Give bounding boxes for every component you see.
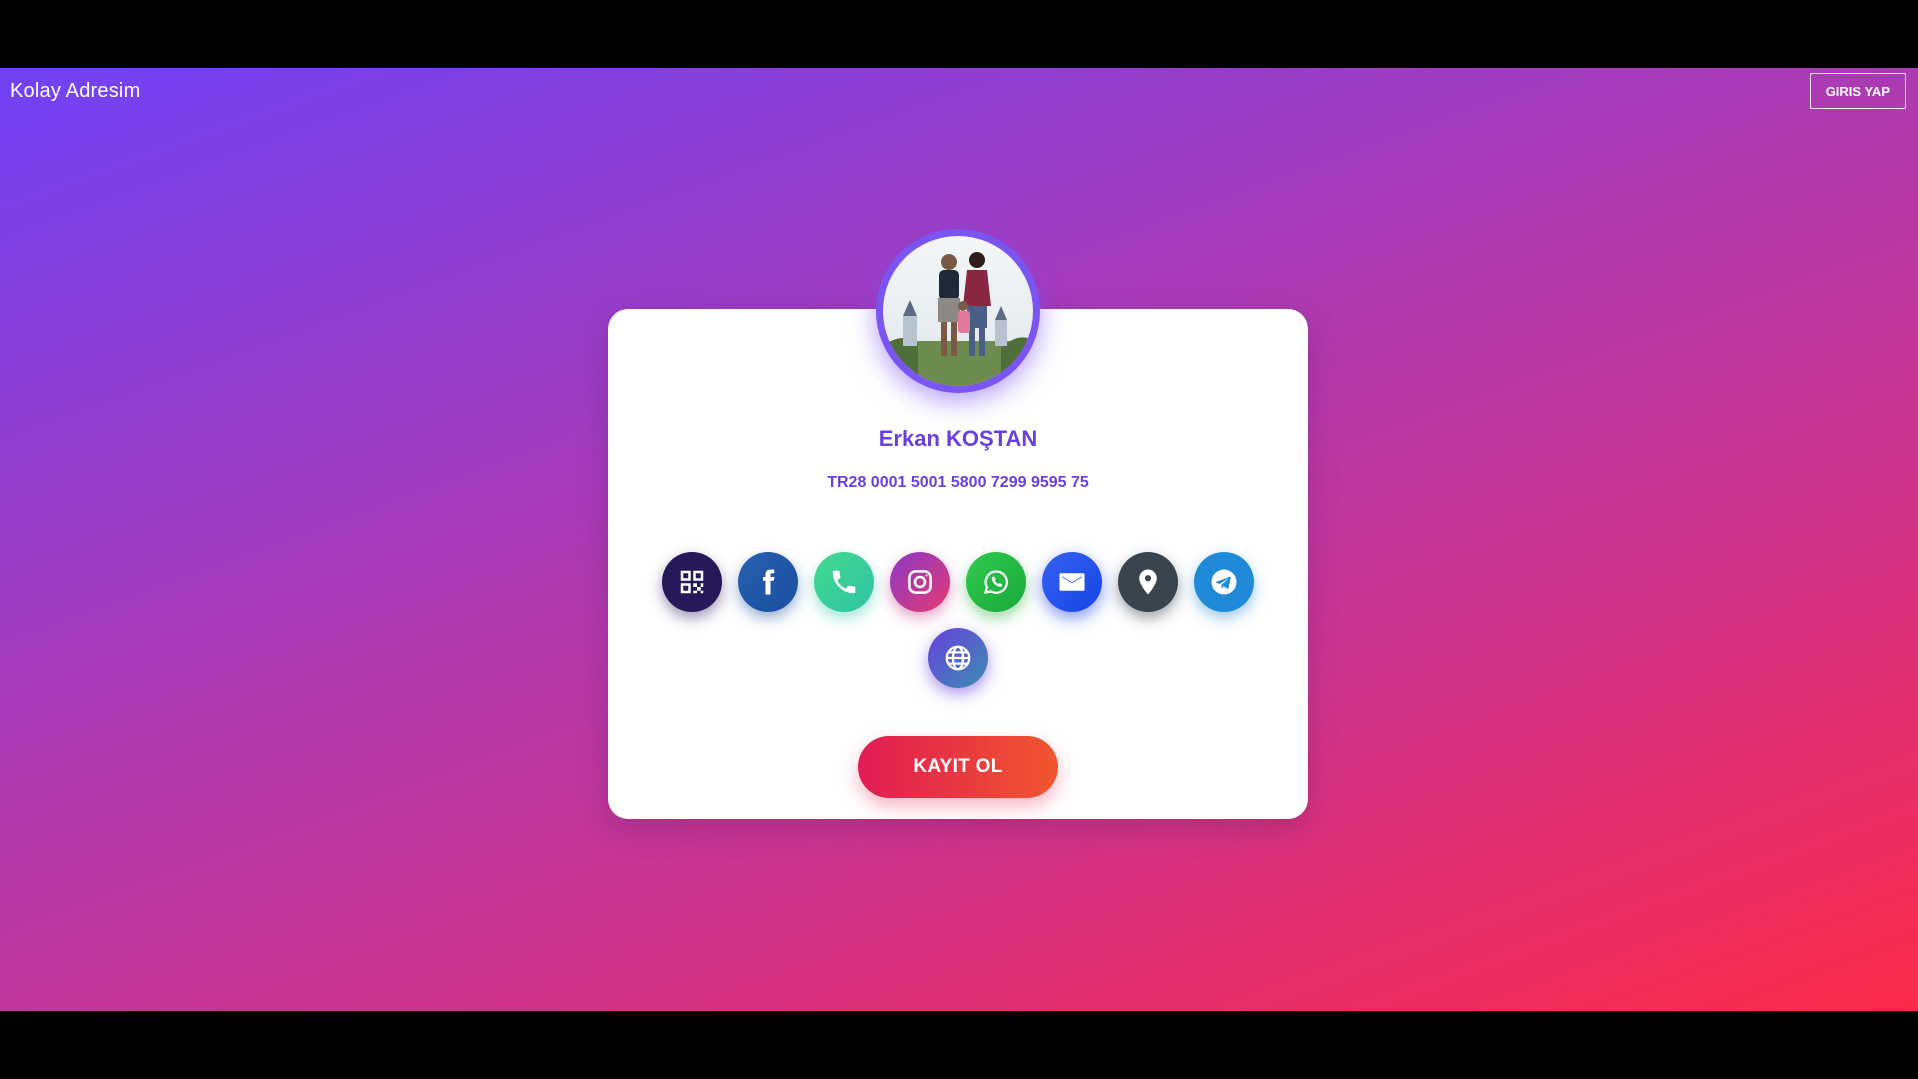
qr-code-icon bbox=[680, 570, 704, 594]
mail-icon bbox=[1059, 573, 1085, 591]
whatsapp-button[interactable] bbox=[966, 552, 1026, 612]
brand-title[interactable]: Kolay Adresim bbox=[10, 80, 140, 103]
location-button[interactable] bbox=[1118, 552, 1178, 612]
email-button[interactable] bbox=[1042, 552, 1102, 612]
whatsapp-icon bbox=[984, 570, 1008, 594]
phone-button[interactable] bbox=[814, 552, 874, 612]
login-button[interactable]: GIRIS YAP bbox=[1809, 73, 1906, 109]
profile-name: Erkan KOŞTAN bbox=[878, 426, 1038, 451]
instagram-icon bbox=[908, 570, 932, 594]
signup-button[interactable]: KAYIT OL bbox=[858, 736, 1058, 798]
qr-code-button[interactable] bbox=[662, 552, 722, 612]
phone-icon bbox=[832, 570, 856, 594]
website-button[interactable] bbox=[928, 628, 988, 688]
profile-iban: TR28 0001 5001 5800 7299 9595 75 bbox=[827, 474, 1089, 491]
telegram-button[interactable] bbox=[1194, 552, 1254, 612]
profile-card: Erkan KOŞTAN TR28 0001 5001 5800 7299 95… bbox=[608, 229, 1308, 819]
facebook-icon bbox=[763, 569, 775, 595]
avatar bbox=[883, 236, 1033, 386]
globe-icon bbox=[945, 645, 971, 671]
social-links bbox=[658, 552, 1258, 688]
avatar-frame bbox=[876, 229, 1040, 393]
page-viewport: Kolay Adresim GIRIS YAP Erkan KOŞTAN TR2… bbox=[0, 68, 1918, 1011]
map-pin-icon bbox=[1139, 569, 1157, 595]
telegram-icon bbox=[1211, 569, 1237, 595]
facebook-button[interactable] bbox=[738, 552, 798, 612]
instagram-button[interactable] bbox=[890, 552, 950, 612]
